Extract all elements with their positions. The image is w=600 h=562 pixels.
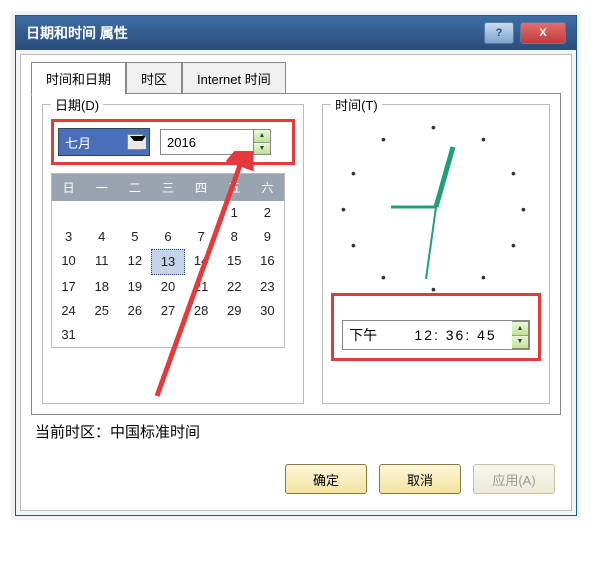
weekday-cell: 一 xyxy=(85,174,118,201)
calendar-day-cell[interactable]: 28 xyxy=(185,299,218,323)
date-group-label: 日期(D) xyxy=(51,95,103,114)
calendar-day-cell[interactable]: 31 xyxy=(52,323,85,347)
calendar-day-cell[interactable]: 27 xyxy=(151,299,184,323)
calendar-day-cell[interactable]: 22 xyxy=(218,275,251,299)
time-group: 时间(T) • • • • • • • • • • • • xyxy=(322,104,550,404)
clock-hands xyxy=(341,119,531,289)
calendar: 日一二三四五六 12345678910111213141516171819202… xyxy=(51,173,285,348)
calendar-day-cell[interactable]: 12 xyxy=(118,249,151,273)
calendar-day-cell xyxy=(218,323,251,347)
month-selected: 七月 xyxy=(65,133,91,152)
calendar-day-cell[interactable]: 30 xyxy=(251,299,284,323)
datetime-properties-window: 日期和时间 属性 ? X 时间和日期 时区 Internet 时间 日期(D) … xyxy=(15,15,577,516)
calendar-weekday-header: 日一二三四五六 xyxy=(52,174,284,201)
calendar-day-cell[interactable]: 5 xyxy=(118,225,151,249)
close-button[interactable]: X xyxy=(520,22,566,44)
tab-timezone[interactable]: 时区 xyxy=(126,62,182,95)
date-group: 日期(D) 七月 2016 ▲ ▼ xyxy=(42,104,304,404)
calendar-day-cell xyxy=(185,323,218,347)
highlight-month-year: 七月 2016 ▲ ▼ xyxy=(51,119,295,165)
year-spin-buttons: ▲ ▼ xyxy=(254,129,271,155)
calendar-day-cell[interactable]: 4 xyxy=(85,225,118,249)
cancel-button[interactable]: 取消 xyxy=(379,464,461,494)
time-digits[interactable]: 12: 36: 45 xyxy=(399,321,512,349)
tab-strip: 时间和日期 时区 Internet 时间 xyxy=(31,61,561,94)
calendar-day-cell[interactable]: 21 xyxy=(185,275,218,299)
time-group-label: 时间(T) xyxy=(331,95,382,114)
calendar-day-cell[interactable]: 17 xyxy=(52,275,85,299)
calendar-day-cell xyxy=(118,323,151,347)
calendar-day-cell[interactable]: 26 xyxy=(118,299,151,323)
calendar-day-cell[interactable]: 14 xyxy=(185,249,218,273)
calendar-day-cell[interactable]: 9 xyxy=(251,225,284,249)
window-controls: ? X xyxy=(484,22,566,44)
calendar-day-cell[interactable]: 6 xyxy=(151,225,184,249)
tab-internet-time[interactable]: Internet 时间 xyxy=(182,62,286,95)
apply-button: 应用(A) xyxy=(473,464,555,494)
calendar-day-cell[interactable]: 8 xyxy=(218,225,251,249)
weekday-cell: 四 xyxy=(185,174,218,201)
weekday-cell: 六 xyxy=(251,174,284,201)
calendar-day-cell[interactable]: 7 xyxy=(185,225,218,249)
year-down-button[interactable]: ▼ xyxy=(254,143,270,155)
tab-panel-datetime: 日期(D) 七月 2016 ▲ ▼ xyxy=(31,93,561,415)
analog-clock: • • • • • • • • • • • • xyxy=(341,119,531,289)
calendar-day-cell xyxy=(85,201,118,225)
timezone-status: 当前时区：中国标准时间 xyxy=(31,415,561,452)
calendar-day-cell xyxy=(251,323,284,347)
chevron-down-icon xyxy=(130,136,146,149)
calendar-day-cell[interactable]: 19 xyxy=(118,275,151,299)
calendar-day-cell xyxy=(85,323,118,347)
titlebar: 日期和时间 属性 ? X xyxy=(16,16,576,50)
weekday-cell: 二 xyxy=(118,174,151,201)
time-input[interactable]: 下午 12: 36: 45 ▲ ▼ xyxy=(342,320,530,350)
client-area: 时间和日期 时区 Internet 时间 日期(D) 七月 2016 xyxy=(20,54,572,511)
window-title: 日期和时间 属性 xyxy=(26,23,128,43)
ampm-field[interactable]: 下午 xyxy=(343,321,399,349)
time-down-button[interactable]: ▼ xyxy=(512,336,528,349)
year-up-button[interactable]: ▲ xyxy=(254,130,270,143)
calendar-day-cell xyxy=(151,201,184,225)
time-up-button[interactable]: ▲ xyxy=(512,322,528,336)
calendar-day-cell[interactable]: 16 xyxy=(251,249,284,273)
calendar-day-cell xyxy=(185,201,218,225)
tz-label: 当前时区： xyxy=(35,424,110,441)
calendar-day-cell[interactable]: 29 xyxy=(218,299,251,323)
calendar-day-cell[interactable]: 10 xyxy=(52,249,85,273)
time-spin-buttons: ▲ ▼ xyxy=(512,321,529,349)
tab-datetime[interactable]: 时间和日期 xyxy=(31,62,126,95)
help-button[interactable]: ? xyxy=(484,22,514,44)
calendar-day-cell[interactable]: 20 xyxy=(151,275,184,299)
month-dropdown[interactable]: 七月 xyxy=(58,128,150,156)
calendar-day-cell xyxy=(151,323,184,347)
calendar-day-cell[interactable]: 23 xyxy=(251,275,284,299)
calendar-day-cell xyxy=(52,201,85,225)
year-value[interactable]: 2016 xyxy=(160,129,254,155)
calendar-day-cell xyxy=(118,201,151,225)
calendar-day-cell[interactable]: 13 xyxy=(151,249,184,275)
dialog-footer: 确定 取消 应用(A) xyxy=(31,452,561,500)
calendar-day-cell[interactable]: 2 xyxy=(251,201,284,225)
weekday-cell: 三 xyxy=(151,174,184,201)
year-spinner[interactable]: 2016 ▲ ▼ xyxy=(160,129,271,155)
calendar-day-cell[interactable]: 24 xyxy=(52,299,85,323)
weekday-cell: 五 xyxy=(218,174,251,201)
weekday-cell: 日 xyxy=(52,174,85,201)
calendar-day-cell[interactable]: 25 xyxy=(85,299,118,323)
calendar-day-cell[interactable]: 18 xyxy=(85,275,118,299)
calendar-day-cell[interactable]: 1 xyxy=(218,201,251,225)
calendar-day-cell[interactable]: 3 xyxy=(52,225,85,249)
calendar-day-cell[interactable]: 11 xyxy=(85,249,118,273)
calendar-day-cell[interactable]: 15 xyxy=(218,249,251,273)
highlight-time-input: 下午 12: 36: 45 ▲ ▼ xyxy=(331,293,541,361)
calendar-body: 1234567891011121314151617181920212223242… xyxy=(52,201,284,347)
tz-value: 中国标准时间 xyxy=(110,424,200,441)
ok-button[interactable]: 确定 xyxy=(285,464,367,494)
